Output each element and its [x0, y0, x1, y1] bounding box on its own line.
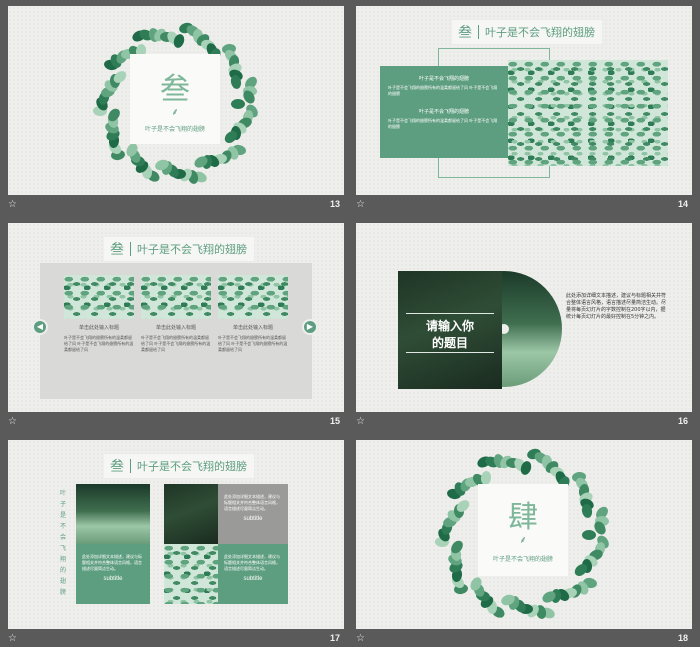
- leaf-icon: [231, 99, 246, 109]
- title-lead-char: 叁: [110, 242, 124, 258]
- card-body: 叶子是不会飞翔的翅膀所有的温柔都留给了风 叶子是不会飞翔的翅膀所有的温柔都留给了…: [218, 335, 288, 352]
- title-lead-char: 叁: [458, 25, 472, 41]
- card-image: [141, 275, 211, 319]
- slide-17-canvas: 叁 叶子是不会飞翔的翅膀 叶子是不会飞翔的翅膀 此处添加详细文本描述，建议与标题…: [8, 440, 344, 629]
- title-divider: [478, 25, 479, 39]
- slide-title: 叶子是不会飞翔的翅膀: [485, 26, 595, 39]
- block-body: 此处添加详细文本描述，建议与标题相关并符合整体语言风格，语言描述尽量简洁生动。: [224, 554, 280, 571]
- block-label: subtitle: [243, 576, 263, 582]
- slide-14-canvas: 叁 叶子是不会飞翔的翅膀 叶子是不会飞翔的翅膀 叶子是不会飞翔的翅膀所有的温柔都…: [356, 6, 692, 195]
- photo-leaves: [164, 544, 218, 604]
- block-body: 叶子是不会飞翔的翅膀所有的温柔都留给了风 叶子是不会飞翔的翅膀: [388, 85, 498, 96]
- slide-meta: ☆ 14: [356, 199, 692, 213]
- card-image: [218, 275, 288, 319]
- slide-meta: ☆ 17: [8, 633, 344, 647]
- big-char: 肆: [508, 500, 538, 535]
- card: 单击此处输入标题 叶子是不会飞翔的翅膀所有的温柔都留给了风 叶子是不会飞翔的翅膀…: [64, 275, 134, 353]
- star-icon[interactable]: ☆: [8, 633, 17, 644]
- green-block: 此处添加详细文本描述，建议与标题相关并符合整体语言风格，语言描述尽量简洁生动。 …: [76, 544, 150, 604]
- block-body: 叶子是不会飞翔的翅膀所有的温柔都留给了风 叶子是不会飞翔的翅膀: [388, 118, 498, 129]
- grey-block: 此处添加详细文本描述，建议与标题相关并符合整体语言风格，语言描述尽量简洁生动。 …: [218, 484, 288, 544]
- slide-title-bar: 叁 叶子是不会飞翔的翅膀: [104, 237, 254, 261]
- slide-16-canvas: 请输入你 的题目 此处添加详细文本描述，建议与标题相关并符合整体语言风格，语言描…: [356, 223, 692, 412]
- star-icon[interactable]: ☆: [356, 416, 365, 427]
- leaf-photo: [508, 60, 668, 166]
- sprout-icon: ⸙: [171, 107, 179, 118]
- sprout-icon: ⸙: [519, 535, 527, 546]
- slide-title: 叶子是不会飞翔的翅膀: [137, 243, 247, 256]
- block-heading: 叶子是不会飞翔的翅膀: [418, 109, 469, 115]
- caption: 叶子是不会飞翔的翅膀: [144, 126, 205, 133]
- card-image: [64, 275, 134, 319]
- card-heading: 单击此处输入标题: [155, 325, 196, 331]
- slide-number: 17: [329, 633, 340, 643]
- title-card: 肆 ⸙ 叶子是不会飞翔的翅膀: [478, 484, 568, 576]
- slide-title: 叶子是不会飞翔的翅膀: [137, 460, 247, 473]
- slide-number: 18: [677, 633, 688, 643]
- star-icon[interactable]: ☆: [356, 199, 365, 210]
- card: 单击此处输入标题 叶子是不会飞翔的翅膀所有的温柔都留给了风 叶子是不会飞翔的翅膀…: [218, 275, 288, 353]
- text-panel: 叶子是不会飞翔的翅膀 叶子是不会飞翔的翅膀所有的温柔都留给了风 叶子是不会飞翔的…: [380, 66, 508, 158]
- block-body: 此处添加详细文本描述，建议与标题相关并符合整体语言风格，语言描述尽量简洁生动。: [82, 554, 142, 571]
- block-label: subtitle: [103, 576, 123, 582]
- slide-meta: ☆ 15: [8, 416, 344, 430]
- big-char: 叁: [160, 72, 190, 107]
- card: 单击此处输入标题 叶子是不会飞翔的翅膀所有的温柔都留给了风 叶子是不会飞翔的翅膀…: [141, 275, 211, 353]
- title-card: 叁 ⸙ 叶子是不会飞翔的翅膀: [130, 54, 220, 144]
- photo-grass: [76, 484, 150, 544]
- title-divider: [130, 459, 131, 473]
- card-body: 叶子是不会飞翔的翅膀所有的温柔都留给了风 叶子是不会飞翔的翅膀所有的温柔都留给了…: [64, 335, 134, 352]
- caption: 叶子是不会飞翔的翅膀: [492, 556, 553, 563]
- slide-title-bar: 叁 叶子是不会飞翔的翅膀: [104, 454, 254, 478]
- star-icon[interactable]: ☆: [8, 199, 17, 210]
- card-heading: 单击此处输入标题: [232, 325, 273, 331]
- slide-number: 16: [677, 416, 688, 426]
- star-icon[interactable]: ☆: [8, 416, 17, 427]
- headline-box: 请输入你 的题目: [406, 313, 494, 353]
- slide-number: 13: [329, 199, 340, 209]
- star-icon[interactable]: ☆: [356, 633, 365, 644]
- slide-meta: ☆ 16: [356, 416, 692, 430]
- block-body: 此处添加详细文本描述，建议与标题相关并符合整体语言风格，语言描述尽量简洁生动。: [224, 494, 280, 511]
- block-label: subtitle: [243, 516, 263, 522]
- title-lead-char: 叁: [110, 459, 124, 475]
- photo-fern: [164, 484, 218, 544]
- carousel-next-icon[interactable]: ▶: [302, 319, 318, 335]
- leaf-icon: [582, 530, 597, 540]
- description-text: 此处添加详细文本描述，建议与标题相关并符合整体语言风格，语言描述尽量简洁生动。尽…: [566, 293, 667, 320]
- card-body: 叶子是不会飞翔的翅膀所有的温柔都留给了风 叶子是不会飞翔的翅膀所有的温柔都留给了…: [141, 335, 211, 352]
- headline-line: 请输入你: [425, 319, 474, 333]
- slide-meta: ☆ 18: [356, 633, 692, 647]
- slide-13-canvas: 叁 ⸙ 叶子是不会飞翔的翅膀: [8, 6, 344, 195]
- green-block: 此处添加详细文本描述，建议与标题相关并符合整体语言风格，语言描述尽量简洁生动。 …: [218, 544, 288, 604]
- carousel-prev-icon[interactable]: ◀: [32, 319, 48, 335]
- block-heading: 叶子是不会飞翔的翅膀: [418, 76, 469, 82]
- slide-title-bar: 叁 叶子是不会飞翔的翅膀: [452, 20, 602, 44]
- slide-15-canvas: 叁 叶子是不会飞翔的翅膀 ◀ ▶ 单击此处输入标题 叶子是不会飞翔的翅膀所有的温…: [8, 223, 344, 412]
- vertical-title: 叶子是不会飞翔的翅膀: [60, 490, 67, 596]
- card-heading: 单击此处输入标题: [78, 325, 119, 331]
- slide-number: 14: [677, 199, 688, 209]
- slide-number: 15: [329, 416, 340, 426]
- title-divider: [130, 242, 131, 256]
- slide-18-canvas: 肆 ⸙ 叶子是不会飞翔的翅膀: [356, 440, 692, 629]
- headline-line: 的题目: [431, 336, 468, 350]
- slide-meta: ☆ 13: [8, 199, 344, 213]
